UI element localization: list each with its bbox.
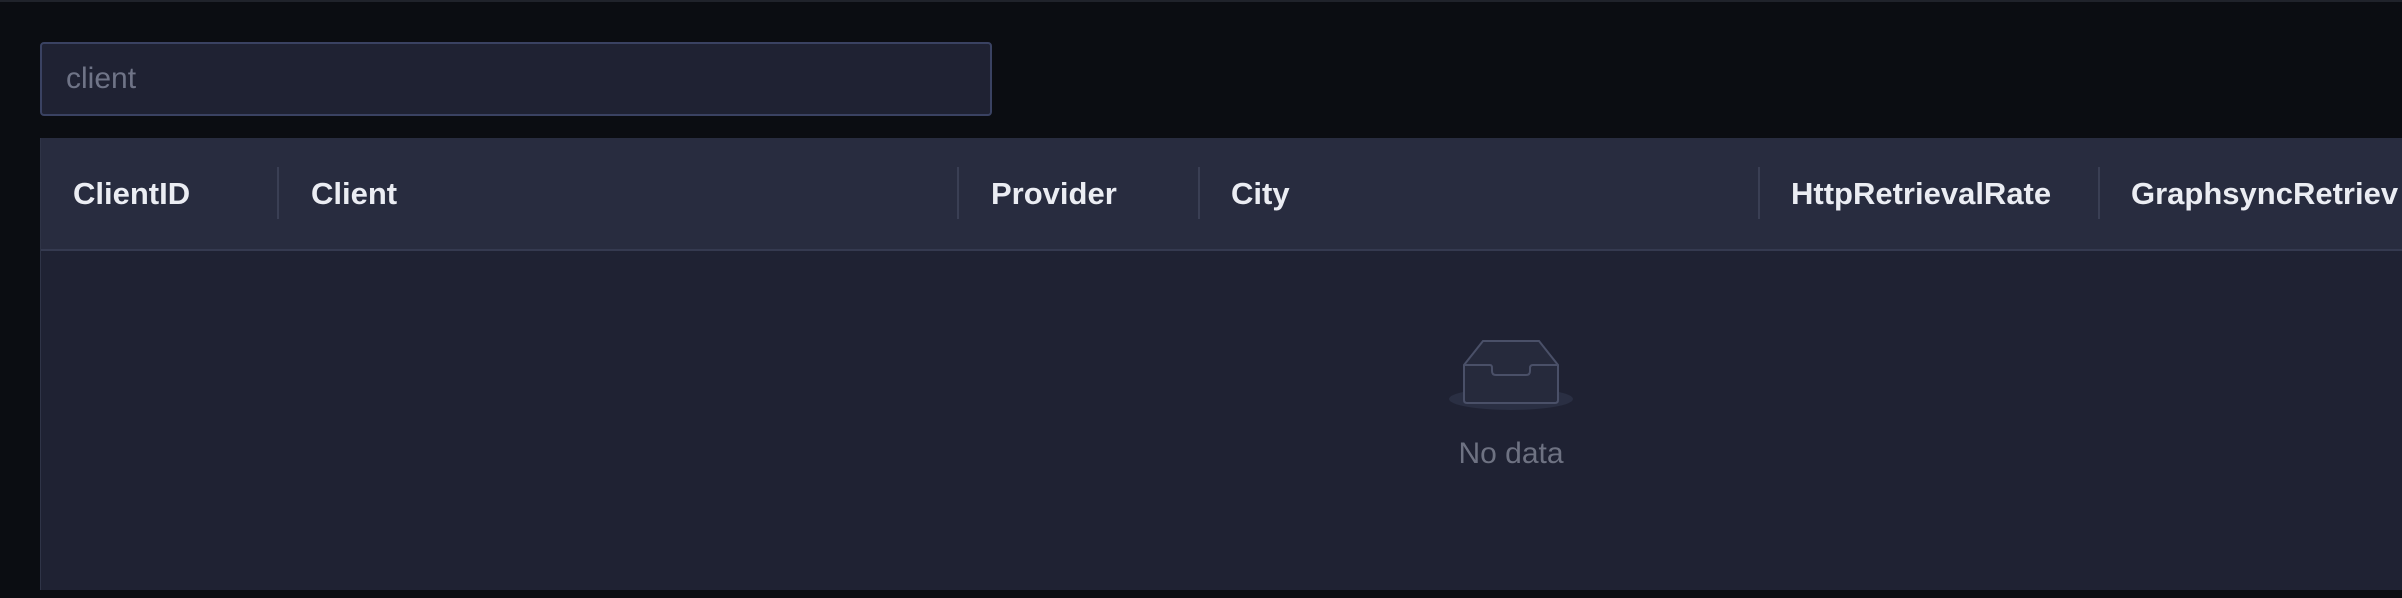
data-table: ClientID Client Provider City HttpRetrie… [40,138,2402,590]
column-header-httpretrievalrate[interactable]: HttpRetrievalRate [1759,138,2097,249]
column-header-city[interactable]: City [1199,138,1757,249]
column-header-label: GraphsyncRetriev [2131,175,2399,211]
app-window: ClientID Client Provider City HttpRetrie… [0,0,2402,598]
table-header: ClientID Client Provider City HttpRetrie… [41,138,2402,251]
column-header-label: HttpRetrievalRate [1791,175,2052,211]
inbox-icon [1449,340,1573,410]
search-field[interactable] [40,42,992,116]
column-header-label: ClientID [73,175,191,211]
column-header-graphsyncretrieval[interactable]: GraphsyncRetriev [2099,138,2402,249]
column-header-label: Provider [991,175,1117,211]
column-header-provider[interactable]: Provider [959,138,1197,249]
column-header-label: Client [311,175,398,211]
empty-text: No data [1458,437,1564,470]
column-header-client[interactable]: Client [279,138,957,249]
column-header-label: City [1231,175,1290,211]
search-input[interactable] [64,43,968,115]
column-header-clientid[interactable]: ClientID [41,138,277,249]
table-body-empty: No data [41,251,2402,590]
empty-state: No data [1407,333,1615,471]
